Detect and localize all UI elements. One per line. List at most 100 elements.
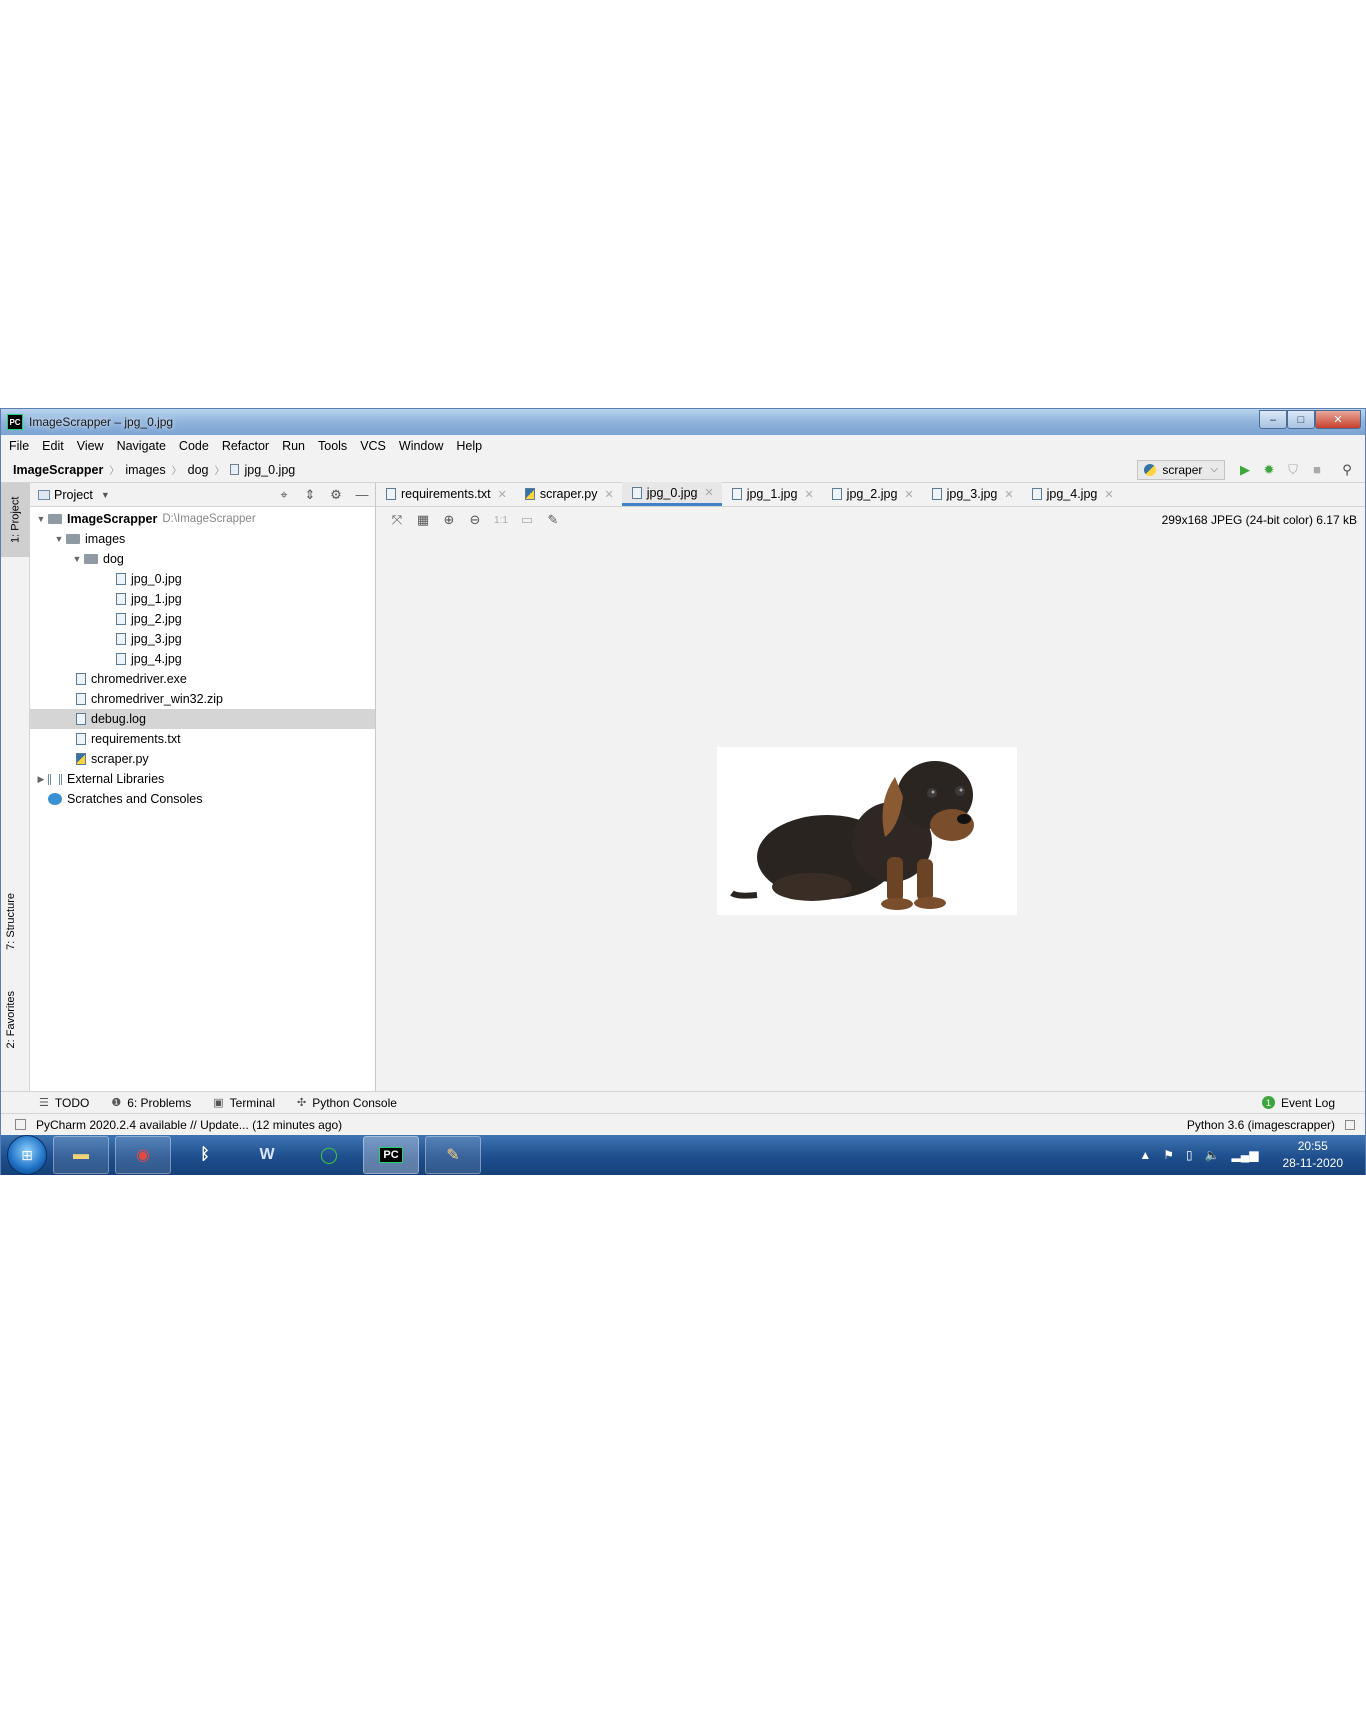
tree-item-jpg-0[interactable]: jpg_0.jpg: [30, 569, 375, 589]
clock[interactable]: 20:55 28-11-2020: [1283, 1138, 1344, 1172]
stop-button[interactable]: ■: [1305, 459, 1329, 481]
tree-item-images[interactable]: ▼ images: [30, 529, 375, 549]
tab-label: requirements.txt: [401, 487, 491, 501]
menu-help[interactable]: Help: [456, 439, 482, 453]
interpreter-selector[interactable]: Python 3.6 (imagescrapper): [1187, 1118, 1335, 1132]
tree-item-jpg-2[interactable]: jpg_2.jpg: [30, 609, 375, 629]
run-configuration-dropdown[interactable]: scraper ⌵: [1137, 459, 1225, 480]
chevron-right-icon[interactable]: ▶: [34, 774, 48, 785]
tab-jpg-1[interactable]: jpg_1.jpg ✕: [722, 482, 822, 506]
status-message[interactable]: PyCharm 2020.2.4 available // Update... …: [36, 1118, 342, 1132]
coverage-button[interactable]: ⛉: [1281, 459, 1305, 481]
menu-vcs[interactable]: VCS: [360, 439, 386, 453]
maximize-button[interactable]: □: [1287, 410, 1315, 429]
breadcrumb-images[interactable]: images: [125, 463, 165, 477]
actual-size-button[interactable]: 1:1: [488, 515, 514, 526]
tab-requirements-txt[interactable]: requirements.txt ✕: [376, 482, 515, 506]
fit-zoom-icon[interactable]: ⤧: [384, 512, 410, 528]
tab-scraper-py[interactable]: scraper.py ✕: [515, 482, 622, 506]
show-hidden-icons-icon[interactable]: ▲: [1139, 1148, 1151, 1162]
python-console-tab[interactable]: ✣ Python Console: [297, 1096, 397, 1110]
breadcrumb-file[interactable]: jpg_0.jpg: [230, 463, 295, 477]
chevron-down-icon[interactable]: ▼: [34, 514, 48, 524]
breadcrumb-dog[interactable]: dog: [188, 463, 209, 477]
close-icon[interactable]: ✕: [498, 488, 507, 501]
color-picker-icon[interactable]: ✎: [540, 512, 566, 528]
zoom-out-icon[interactable]: ⊖: [462, 512, 488, 528]
taskbar-pycharm[interactable]: PC: [363, 1136, 419, 1174]
chevron-down-icon[interactable]: ▼: [70, 554, 84, 564]
zoom-in-icon[interactable]: ⊕: [436, 512, 462, 528]
close-icon[interactable]: ✕: [904, 488, 913, 501]
project-panel-title[interactable]: Project: [54, 488, 93, 502]
close-icon[interactable]: ✕: [704, 486, 713, 499]
project-tool-tab[interactable]: 1: Project: [1, 483, 30, 557]
menu-run[interactable]: Run: [282, 439, 305, 453]
menu-view[interactable]: View: [77, 439, 104, 453]
tree-item-dog[interactable]: ▼ dog: [30, 549, 375, 569]
menu-file[interactable]: File: [9, 439, 29, 453]
menu-navigate[interactable]: Navigate: [117, 439, 166, 453]
tree-item-requirements[interactable]: requirements.txt: [30, 729, 375, 749]
action-center-flag-icon[interactable]: ⚑: [1163, 1148, 1174, 1162]
chevron-down-icon[interactable]: ▼: [52, 534, 66, 544]
tree-item-chromedriver-zip[interactable]: chromedriver_win32.zip: [30, 689, 375, 709]
minimize-button[interactable]: –: [1259, 410, 1287, 429]
taskbar-bluetooth[interactable]: ᛒ: [177, 1136, 233, 1174]
menu-refactor[interactable]: Refactor: [222, 439, 269, 453]
problems-tab[interactable]: ❶ 6: Problems: [111, 1096, 191, 1110]
tab-jpg-3[interactable]: jpg_3.jpg ✕: [922, 482, 1022, 506]
tree-item-jpg-3[interactable]: jpg_3.jpg: [30, 629, 375, 649]
toggle-tool-windows-icon[interactable]: [15, 1119, 26, 1130]
tree-item-jpg-1[interactable]: jpg_1.jpg: [30, 589, 375, 609]
taskbar-paint[interactable]: ✎: [425, 1136, 481, 1174]
terminal-tab[interactable]: ▣ Terminal: [213, 1096, 275, 1110]
chevron-down-icon[interactable]: ▼: [101, 490, 110, 500]
fit-window-icon[interactable]: ▭: [514, 512, 540, 528]
search-everywhere-button[interactable]: ⚲: [1335, 459, 1359, 481]
gear-icon[interactable]: ⚙: [323, 487, 349, 503]
menu-window[interactable]: Window: [399, 439, 443, 453]
todo-tab[interactable]: ☰ TODO: [39, 1096, 89, 1110]
start-button[interactable]: ⊞: [7, 1135, 47, 1175]
taskbar-sync[interactable]: ◯: [301, 1136, 357, 1174]
grid-icon[interactable]: ▦: [410, 512, 436, 528]
python-console-tab-label: Python Console: [312, 1095, 397, 1110]
favorites-tool-tab[interactable]: 2: Favorites: [5, 991, 17, 1048]
locate-file-icon[interactable]: ⌖: [271, 487, 297, 503]
tree-item-scratches[interactable]: Scratches and Consoles: [30, 789, 375, 809]
breadcrumb-project[interactable]: ImageScrapper: [13, 463, 103, 477]
lock-icon[interactable]: [1345, 1119, 1355, 1130]
taskbar-chrome[interactable]: ◉: [115, 1136, 171, 1174]
tab-jpg-2[interactable]: jpg_2.jpg ✕: [822, 482, 922, 506]
tree-item-chromedriver-exe[interactable]: chromedriver.exe: [30, 669, 375, 689]
tree-item-debug-log[interactable]: debug.log: [30, 709, 375, 729]
menu-tools[interactable]: Tools: [318, 439, 347, 453]
close-icon[interactable]: ✕: [1104, 488, 1113, 501]
tree-item-root[interactable]: ▼ ImageScrapper D:\ImageScrapper: [30, 509, 375, 529]
tree-item-scraper-py[interactable]: scraper.py: [30, 749, 375, 769]
taskbar-word[interactable]: W: [239, 1136, 295, 1174]
close-icon[interactable]: ✕: [804, 488, 813, 501]
close-icon[interactable]: ✕: [605, 488, 614, 501]
event-log-tab[interactable]: 1 Event Log: [1261, 1096, 1335, 1110]
hide-panel-icon[interactable]: —: [349, 487, 375, 503]
tab-jpg-4[interactable]: jpg_4.jpg ✕: [1022, 482, 1122, 506]
collapse-all-icon[interactable]: ⇕: [297, 487, 323, 503]
volume-icon[interactable]: 🔈: [1205, 1148, 1220, 1162]
run-button[interactable]: ▶: [1233, 459, 1257, 481]
structure-tool-tab[interactable]: 7: Structure: [5, 893, 17, 950]
debug-button[interactable]: ✹: [1257, 459, 1281, 481]
network-signal-icon[interactable]: ▂▄▆: [1232, 1148, 1259, 1162]
battery-icon[interactable]: ▯: [1186, 1148, 1193, 1162]
close-window-button[interactable]: ✕: [1315, 410, 1361, 429]
tool-window-bar: ☰ TODO ❶ 6: Problems ▣ Terminal ✣ Python…: [1, 1091, 1365, 1113]
close-icon[interactable]: ✕: [1004, 488, 1013, 501]
tree-item-external-libraries[interactable]: ▶ External Libraries: [30, 769, 375, 789]
tab-jpg-0[interactable]: jpg_0.jpg ✕: [621, 482, 722, 506]
breadcrumb-separator-icon: 〉: [109, 466, 120, 477]
menu-code[interactable]: Code: [179, 439, 209, 453]
menu-edit[interactable]: Edit: [42, 439, 64, 453]
tree-item-jpg-4[interactable]: jpg_4.jpg: [30, 649, 375, 669]
taskbar-explorer[interactable]: ▬: [53, 1136, 109, 1174]
